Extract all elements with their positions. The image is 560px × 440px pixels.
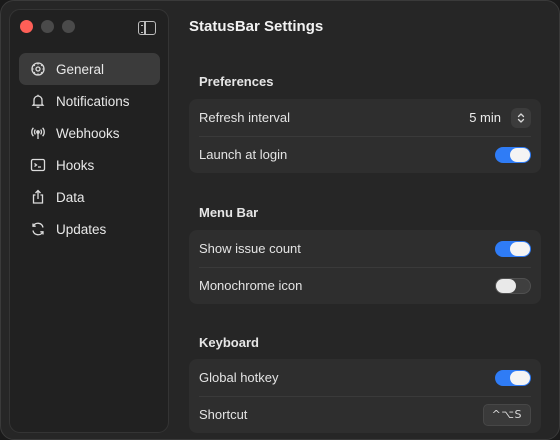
section-title-preferences: Preferences: [199, 74, 274, 89]
close-button[interactable]: [20, 20, 33, 33]
sidebar-item-hooks[interactable]: Hooks: [19, 149, 160, 181]
global-hotkey-label: Global hotkey: [199, 370, 279, 385]
global-hotkey-row: Global hotkey: [189, 359, 541, 396]
refresh-interval-row: Refresh interval 5 min: [189, 99, 541, 136]
refresh-interval-label: Refresh interval: [199, 110, 291, 125]
minimize-button[interactable]: [41, 20, 54, 33]
bell-icon: [30, 93, 46, 109]
show-issue-count-row: Show issue count: [189, 230, 541, 267]
global-hotkey-toggle[interactable]: [495, 369, 531, 386]
refresh-icon: [30, 221, 46, 237]
section-title-keyboard: Keyboard: [199, 335, 259, 350]
launch-at-login-row: Launch at login: [189, 136, 541, 173]
settings-window: General Notifications Webhooks Hooks Dat…: [0, 0, 560, 440]
sidebar-nav: General Notifications Webhooks Hooks Dat…: [19, 53, 160, 245]
sidebar-item-label: General: [56, 61, 105, 77]
main-content: StatusBar Settings Preferences Refresh i…: [189, 1, 549, 439]
sidebar-item-label: Updates: [56, 221, 107, 237]
monochrome-icon-label: Monochrome icon: [199, 278, 303, 293]
sidebar-item-label: Hooks: [56, 157, 95, 173]
window-controls: [20, 20, 75, 33]
sidebar: General Notifications Webhooks Hooks Dat…: [9, 9, 169, 433]
launch-at-login-label: Launch at login: [199, 147, 288, 162]
show-issue-count-toggle[interactable]: [495, 240, 531, 257]
menu-bar-group: Show issue count Monochrome icon: [189, 230, 541, 304]
sidebar-item-label: Webhooks: [56, 125, 120, 141]
sidebar-item-webhooks[interactable]: Webhooks: [19, 117, 160, 149]
refresh-interval-value: 5 min: [469, 110, 501, 125]
preferences-group: Refresh interval 5 min Launch at login: [189, 99, 541, 173]
monochrome-icon-row: Monochrome icon: [189, 267, 541, 304]
launch-at-login-toggle[interactable]: [495, 146, 531, 163]
gear-icon: [30, 61, 46, 77]
antenna-icon: [30, 125, 46, 141]
sidebar-item-label: Notifications: [56, 93, 130, 109]
page-title: StatusBar Settings: [189, 18, 324, 35]
keyboard-group: Global hotkey Shortcut ^⌥S: [189, 359, 541, 433]
terminal-icon: [30, 157, 46, 173]
sidebar-item-updates[interactable]: Updates: [19, 213, 160, 245]
shortcut-label: Shortcut: [199, 407, 248, 422]
monochrome-icon-toggle[interactable]: [495, 277, 531, 294]
chevron-up-down-icon[interactable]: [511, 107, 531, 128]
shortcut-row: Shortcut ^⌥S: [189, 396, 541, 433]
share-icon: [30, 189, 46, 205]
section-title-menu-bar: Menu Bar: [199, 205, 259, 220]
sidebar-item-data[interactable]: Data: [19, 181, 160, 213]
sidebar-item-general[interactable]: General: [19, 53, 160, 85]
refresh-interval-select[interactable]: 5 min: [469, 107, 531, 128]
sidebar-item-label: Data: [56, 189, 85, 205]
sidebar-toggle-icon[interactable]: [138, 21, 156, 35]
shortcut-recorder[interactable]: ^⌥S: [482, 403, 531, 426]
show-issue-count-label: Show issue count: [199, 241, 301, 256]
sidebar-item-notifications[interactable]: Notifications: [19, 85, 160, 117]
zoom-button[interactable]: [62, 20, 75, 33]
